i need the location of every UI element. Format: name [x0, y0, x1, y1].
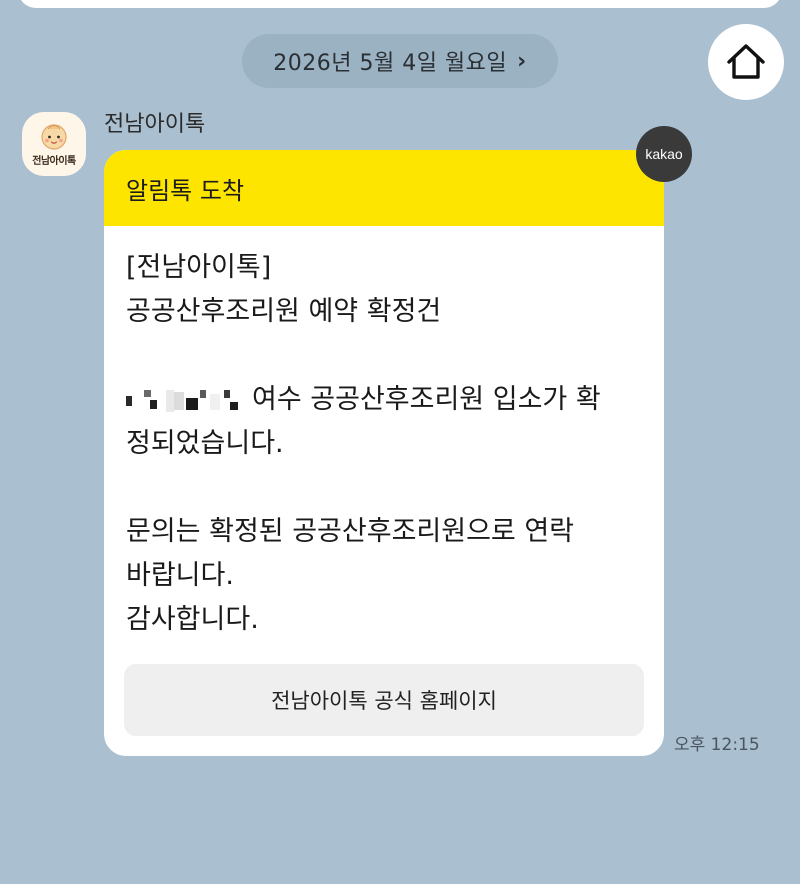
date-divider[interactable]: 2026년 5월 4일 월요일 ›	[242, 34, 558, 88]
home-button[interactable]	[708, 24, 784, 100]
message-timestamp: 오후 12:15	[674, 735, 760, 755]
kakao-badge-label: kakao	[645, 146, 683, 162]
chevron-right-icon: ›	[517, 48, 527, 74]
profile-logo-text: 전남아이톡	[32, 156, 76, 167]
message-line: 감사합니다.	[126, 604, 259, 635]
message-body: [전남아이톡] 공공산후조리원 예약 확정건 여수 공공산후조리원 입소가 확 …	[104, 226, 664, 642]
alimtalk-message-bubble: 알림톡 도착 [전남아이톡] 공공산후조리원 예약 확정건 여수 공공산후조리원…	[104, 150, 664, 756]
official-homepage-button[interactable]: 전남아이톡 공식 홈페이지	[124, 664, 644, 736]
official-homepage-button-label: 전남아이톡 공식 홈페이지	[271, 689, 497, 713]
message-line: 여수 공공산후조리원 입소가 확	[252, 384, 601, 415]
message-line: 공공산후조리원 예약 확정건	[126, 296, 442, 327]
message-line: 바랍니다.	[126, 560, 234, 591]
message-line-with-name: 여수 공공산후조리원 입소가 확	[126, 378, 642, 422]
message-line: 정되었습니다.	[126, 428, 284, 459]
bubble-header: 알림톡 도착	[104, 150, 664, 226]
bubble-header-title: 알림톡 도착	[126, 176, 245, 205]
date-label: 2026년 5월 4일 월요일	[273, 51, 508, 76]
previous-message-card	[18, 0, 782, 8]
message-line: [전남아이톡]	[126, 252, 272, 283]
sender-name: 전남아이톡	[104, 112, 206, 137]
message-line: 문의는 확정된 공공산후조리원으로 연락	[126, 516, 575, 547]
redacted-name	[126, 388, 244, 414]
baby-logo-icon	[41, 124, 67, 150]
kakao-badge: kakao	[636, 126, 692, 182]
sender-avatar[interactable]: 전남아이톡	[22, 112, 86, 176]
home-icon	[727, 44, 765, 79]
